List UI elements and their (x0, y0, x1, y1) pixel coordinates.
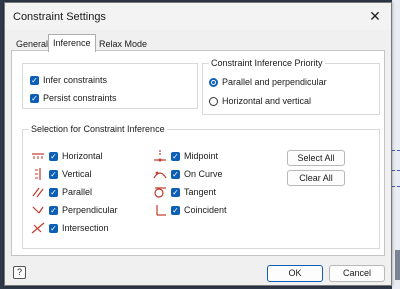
intersection-label: Intersection (62, 223, 109, 233)
vertical-label: Vertical (62, 169, 92, 179)
parallel-label: Parallel (62, 187, 93, 197)
inference-options-group: ✓ Infer constraints ✓ Persist constraint… (22, 63, 198, 109)
persist-constraints-label: Persist constraints (43, 93, 117, 103)
constraint-option-midpoint[interactable]: ✓ Midpoint (153, 150, 218, 162)
background-canvas (392, 0, 400, 289)
parallel-checkbox[interactable]: ✓ (49, 187, 58, 197)
priority-option-parallel[interactable]: Parallel and perpendicular (209, 76, 327, 88)
midpoint-constraint-icon (154, 150, 166, 162)
ok-button[interactable]: OK (267, 265, 323, 282)
intersection-constraint-icon (31, 222, 45, 234)
inference-priority-group: Constraint Inference Priority Parallel a… (202, 58, 380, 115)
persist-constraints-checkbox[interactable]: ✓ (30, 93, 39, 103)
constraint-option-on-curve[interactable]: ✓ On Curve (153, 168, 223, 180)
canvas-scrollbar (395, 250, 400, 280)
dialog-title: Constraint Settings (13, 11, 106, 23)
tab-inference[interactable]: Inference (48, 34, 96, 52)
selection-group: Selection for Constraint Inference ✓ Hor… (22, 124, 380, 249)
priority-option-horizontal[interactable]: Horizontal and vertical (209, 95, 311, 107)
constraint-option-parallel[interactable]: ✓ Parallel (31, 186, 92, 198)
vertical-constraint-icon (35, 168, 41, 180)
canvas-dashed-line (392, 150, 400, 151)
horizontal-checkbox[interactable]: ✓ (49, 151, 58, 161)
midpoint-checkbox[interactable]: ✓ (171, 151, 180, 161)
tangent-label: Tangent (184, 187, 217, 197)
tab-general[interactable]: General (13, 37, 51, 51)
on-curve-checkbox[interactable]: ✓ (171, 169, 180, 179)
perpendicular-constraint-icon (32, 206, 44, 214)
perpendicular-label: Perpendicular (62, 205, 118, 215)
coincident-constraint-icon (156, 205, 166, 216)
title-bar: Constraint Settings ✕ (5, 3, 391, 30)
close-icon[interactable]: ✕ (366, 7, 384, 25)
on-curve-constraint-icon (153, 171, 167, 179)
infer-constraints-label: Infer constraints (43, 75, 108, 85)
priority-group-title: Constraint Inference Priority (209, 58, 325, 68)
inference-tab-panel: ✓ Infer constraints ✓ Persist constraint… (11, 50, 385, 256)
coincident-checkbox[interactable]: ✓ (171, 205, 180, 215)
tab-relax-mode[interactable]: Relax Mode (96, 37, 150, 51)
cancel-button[interactable]: Cancel (329, 265, 385, 282)
canvas-dashed-line (392, 170, 400, 171)
radio-unselected[interactable] (209, 96, 218, 106)
constraint-option-perpendicular[interactable]: ✓ Perpendicular (31, 204, 118, 216)
infer-constraints-checkbox[interactable]: ✓ (30, 75, 39, 85)
vertical-checkbox[interactable]: ✓ (49, 169, 58, 179)
parallel-constraint-icon (32, 187, 44, 198)
constraint-option-tangent[interactable]: ✓ Tangent (153, 186, 216, 198)
constraint-option-horizontal[interactable]: ✓ Horizontal (31, 150, 103, 162)
infer-constraints-option[interactable]: ✓ Infer constraints (30, 74, 107, 86)
radio-selected[interactable] (209, 77, 218, 87)
help-icon[interactable]: ? (13, 266, 26, 279)
on-curve-label: On Curve (184, 169, 223, 179)
canvas-dashed-line (392, 186, 400, 187)
priority-option-label: Parallel and perpendicular (222, 77, 327, 87)
coincident-label: Coincident (184, 205, 227, 215)
selection-group-title: Selection for Constraint Inference (29, 124, 167, 134)
constraint-settings-dialog: Constraint Settings ✕ General Inference … (4, 2, 392, 286)
persist-constraints-option[interactable]: ✓ Persist constraints (30, 92, 117, 104)
horizontal-label: Horizontal (62, 151, 103, 161)
intersection-checkbox[interactable]: ✓ (49, 223, 58, 233)
constraint-option-coincident[interactable]: ✓ Coincident (153, 204, 227, 216)
horizontal-constraint-icon (32, 153, 44, 159)
constraint-option-intersection[interactable]: ✓ Intersection (31, 222, 109, 234)
constraint-option-vertical[interactable]: ✓ Vertical (31, 168, 92, 180)
midpoint-label: Midpoint (184, 151, 219, 161)
clear-all-button[interactable]: Clear All (287, 170, 345, 186)
perpendicular-checkbox[interactable]: ✓ (49, 205, 58, 215)
select-all-button[interactable]: Select All (287, 150, 345, 166)
tangent-constraint-icon (154, 187, 166, 198)
priority-option-label: Horizontal and vertical (222, 96, 312, 106)
tangent-checkbox[interactable]: ✓ (171, 187, 180, 197)
